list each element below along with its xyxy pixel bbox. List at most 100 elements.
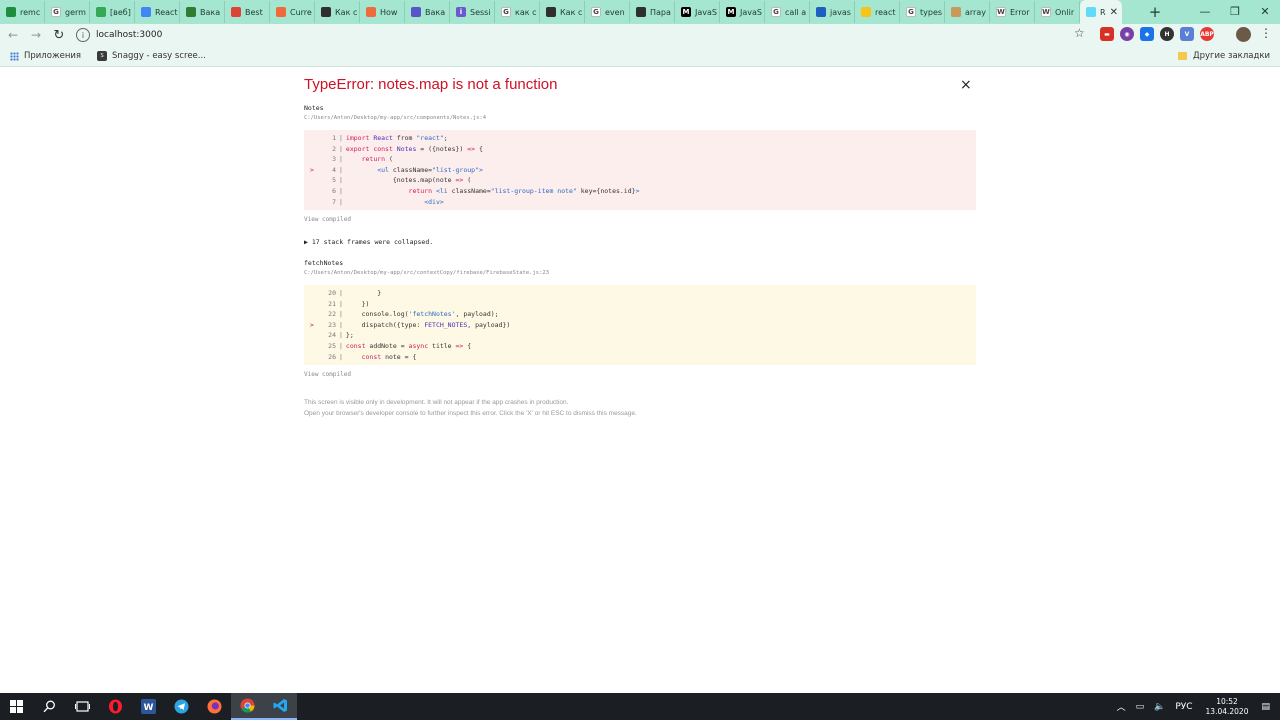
bookmark-star-icon[interactable]: ☆ bbox=[1074, 26, 1085, 40]
frame-path[interactable]: C:/Users/Anton/Desktop/my-app/src/contex… bbox=[304, 270, 549, 276]
firefox-icon[interactable] bbox=[198, 693, 231, 720]
tab-favicon-icon bbox=[366, 7, 376, 17]
tab[interactable]: javas bbox=[810, 1, 855, 23]
frame-path[interactable]: C:/Users/Anton/Desktop/my-app/src/compon… bbox=[304, 115, 486, 121]
tab[interactable]: react bbox=[855, 1, 900, 23]
extension-blue-icon[interactable]: ◆ bbox=[1140, 27, 1154, 41]
reload-icon[interactable]: ↻ bbox=[49, 25, 69, 45]
tab[interactable]: Gcall a bbox=[765, 1, 810, 23]
code-token: > bbox=[479, 165, 483, 174]
tab[interactable]: M JavaS bbox=[720, 1, 765, 23]
tab[interactable]: How bbox=[360, 1, 405, 23]
taskbar: W ︿ ▭ 🔈 РУС 10:52 13.04.2020 ▤ bbox=[0, 693, 1280, 720]
chevron-up-icon[interactable]: ︿ bbox=[1117, 700, 1126, 713]
extension-v-icon[interactable]: V bbox=[1180, 27, 1194, 41]
close-window-icon[interactable]: ✕ bbox=[1250, 0, 1280, 22]
line-number: 5 bbox=[332, 176, 336, 185]
tab[interactable]: remc bbox=[0, 1, 45, 23]
line-number: 24 bbox=[328, 331, 336, 340]
vscode-icon[interactable] bbox=[264, 693, 297, 720]
tab[interactable]: W Error bbox=[990, 1, 1035, 23]
code-token: "react" bbox=[416, 134, 444, 142]
search-icon[interactable] bbox=[33, 693, 66, 720]
info-icon[interactable]: i bbox=[76, 28, 90, 42]
svg-text:W: W bbox=[144, 703, 154, 713]
tab-label: germ bbox=[65, 7, 86, 17]
tab-label: Как с bbox=[560, 7, 583, 17]
code-token: ( bbox=[388, 155, 393, 164]
notifications-icon[interactable]: ▤ bbox=[1261, 702, 1270, 712]
new-tab-button[interactable]: + bbox=[1140, 0, 1170, 24]
gutter-pipe: | bbox=[339, 134, 343, 142]
back-icon[interactable]: ← bbox=[3, 25, 23, 45]
tab[interactable]: React bbox=[135, 1, 180, 23]
minimize-icon[interactable]: — bbox=[1190, 0, 1220, 22]
extensions: ▬ ◉ ◆ H V ABP bbox=[1100, 27, 1214, 41]
telegram-icon[interactable] bbox=[165, 693, 198, 720]
code-frame-fetchnotes: 20 | } 21 | }) 22 | console.log('fetchNotes',… bbox=[304, 285, 976, 366]
tab-active[interactable]: R ✕ bbox=[1080, 0, 1122, 24]
other-bookmarks-label: Другие закладки bbox=[1192, 51, 1270, 61]
tab[interactable]: Gкак с bbox=[495, 1, 540, 23]
tab[interactable]: Best bbox=[225, 1, 270, 23]
word-icon[interactable]: W bbox=[132, 693, 165, 720]
volume-icon[interactable]: 🔈 bbox=[1154, 702, 1165, 712]
menu-dots-icon[interactable]: ⋮ bbox=[1260, 26, 1272, 40]
code-text: return <li className="list-group-item no… bbox=[346, 186, 640, 197]
view-compiled-link[interactable]: View compiled bbox=[304, 216, 351, 223]
code-token: React bbox=[373, 134, 397, 142]
view-compiled-link[interactable]: View compiled bbox=[304, 371, 351, 378]
tab-favicon-icon bbox=[186, 7, 196, 17]
tab-close-icon[interactable]: ✕ bbox=[1110, 7, 1118, 18]
extension-h-icon[interactable]: H bbox=[1160, 27, 1174, 41]
extension-red-icon[interactable]: ▬ bbox=[1100, 27, 1114, 41]
tab[interactable]: [веб] bbox=[90, 1, 135, 23]
extension-abp-icon[interactable]: ABP bbox=[1200, 27, 1214, 41]
tab[interactable]: Как с bbox=[315, 1, 360, 23]
tab[interactable]: Ggerm bbox=[45, 1, 90, 23]
tab[interactable]: i Sessi bbox=[450, 1, 495, 23]
tab-favicon-icon: i bbox=[456, 7, 466, 17]
code-line: 6 | return <li className="list-group-item… bbox=[310, 186, 976, 197]
chrome-icon[interactable] bbox=[231, 693, 264, 720]
opera-icon[interactable] bbox=[99, 693, 132, 720]
code-token: <div> bbox=[424, 197, 444, 206]
clock[interactable]: 10:52 13.04.2020 bbox=[1206, 697, 1249, 717]
tab-label: Пара bbox=[650, 7, 671, 17]
other-bookmarks[interactable]: Другие закладки bbox=[1177, 51, 1270, 61]
code-token: "list-group-item note" bbox=[490, 186, 581, 195]
gutter-pipe: | bbox=[339, 320, 343, 329]
tab[interactable]: Curre bbox=[270, 1, 315, 23]
close-overlay-icon[interactable]: × bbox=[960, 77, 972, 93]
task-view-icon[interactable] bbox=[66, 693, 99, 720]
line-number: 23 bbox=[328, 320, 336, 329]
maximize-icon[interactable]: ❐ bbox=[1220, 0, 1250, 22]
tab[interactable]: Gtypes bbox=[900, 1, 945, 23]
network-icon[interactable]: ▭ bbox=[1136, 702, 1145, 712]
bookmark-apps[interactable]: Приложения bbox=[10, 51, 81, 61]
bookmark-label: Приложения bbox=[24, 51, 82, 61]
bookmark-snaggy[interactable]: S Snaggy - easy scree... bbox=[97, 51, 206, 61]
code-line: >4 | <ul className="list-group"> bbox=[310, 165, 976, 176]
tab[interactable]: Пара bbox=[630, 1, 675, 23]
language-indicator[interactable]: РУС bbox=[1175, 702, 1192, 712]
tab[interactable]: Как с bbox=[540, 1, 585, 23]
forward-icon[interactable]: → bbox=[26, 25, 46, 45]
windows-start-icon[interactable] bbox=[0, 693, 33, 720]
extension-circle-icon[interactable]: ◉ bbox=[1120, 27, 1134, 41]
tab[interactable]: M JavaS bbox=[675, 1, 720, 23]
tab[interactable]: W Onlir bbox=[1035, 1, 1080, 23]
profile-avatar[interactable] bbox=[1236, 27, 1251, 42]
tab[interactable]: array bbox=[945, 1, 990, 23]
tab[interactable]: Вака bbox=[180, 1, 225, 23]
gutter-pipe: | bbox=[339, 341, 343, 350]
gutter-pipe: | bbox=[339, 299, 343, 308]
collapsed-frames-toggle[interactable]: ▶ 17 stack frames were collapsed. bbox=[304, 238, 433, 246]
tab-label: React bbox=[155, 7, 178, 17]
tab[interactable]: Вака bbox=[405, 1, 450, 23]
address-bar[interactable]: i localhost:3000 bbox=[76, 26, 1096, 44]
tab-favicon-icon bbox=[141, 7, 151, 17]
code-line: 2 | export const Notes = ({notes}) => { bbox=[310, 144, 976, 155]
tab[interactable]: Geven bbox=[585, 1, 630, 23]
